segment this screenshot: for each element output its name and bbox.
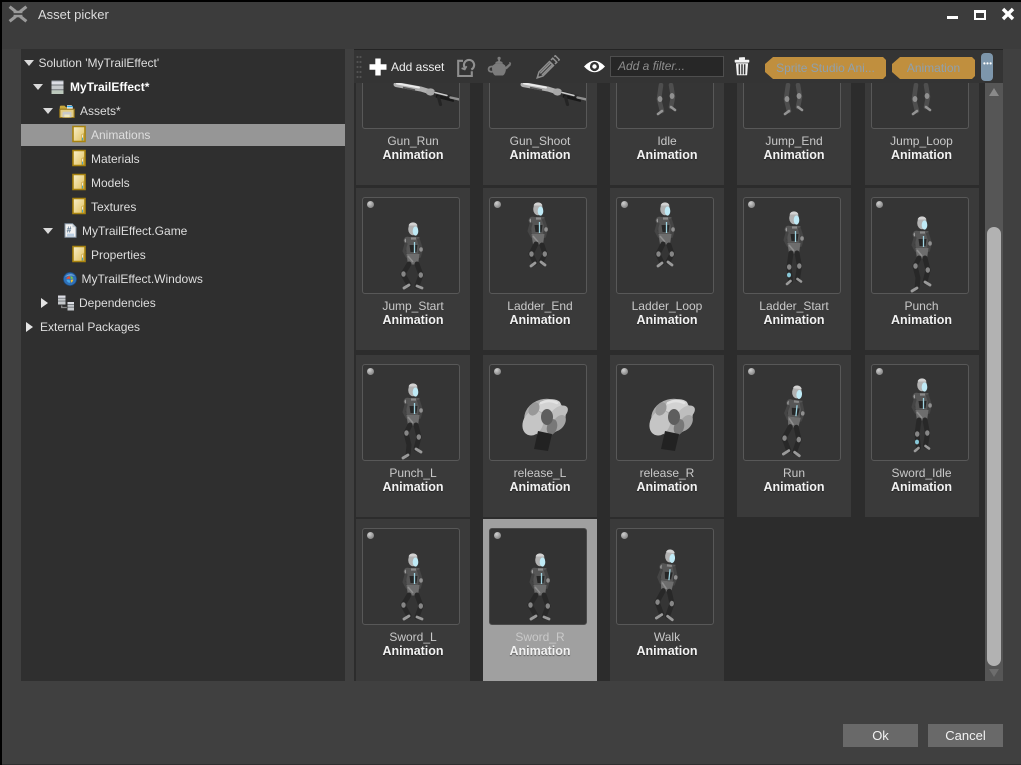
svg-text:#: # xyxy=(67,224,72,234)
